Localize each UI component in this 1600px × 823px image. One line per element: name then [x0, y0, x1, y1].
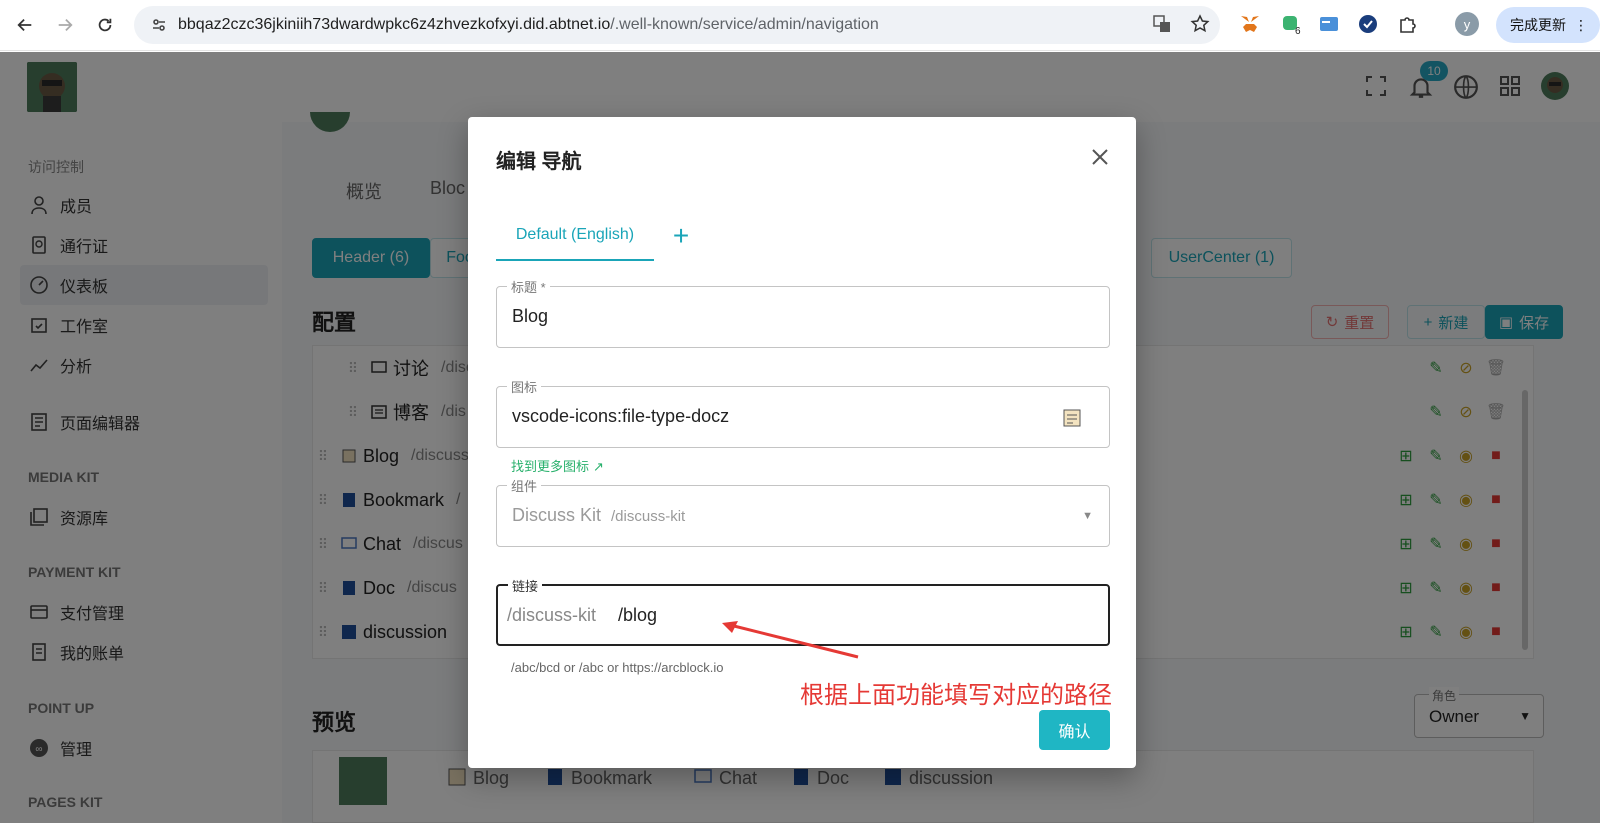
update-button-label: 完成更新	[1510, 17, 1566, 33]
profile-avatar[interactable]: y	[1455, 12, 1479, 36]
link-value: /blog	[618, 605, 658, 625]
external-link-icon: ↗	[593, 459, 604, 474]
extension-badge: 6	[1295, 26, 1301, 37]
title-field-value: Blog	[512, 306, 549, 326]
tab-default-english[interactable]: Default (English)	[496, 211, 654, 261]
annotation-arrow	[722, 621, 859, 659]
component-value: Discuss Kit/discuss-kit	[512, 505, 685, 526]
extension-window-icon[interactable]	[1317, 12, 1341, 36]
forward-icon[interactable]	[48, 8, 82, 42]
update-button[interactable]: 完成更新 ⋮	[1496, 7, 1600, 43]
title-field[interactable]: 标题 * Blog	[496, 277, 1110, 348]
icon-preview-icon[interactable]	[1061, 406, 1085, 435]
component-path: /discuss-kit	[611, 508, 686, 525]
component-name: Discuss Kit	[512, 505, 602, 525]
find-more-icons-link[interactable]: 找到更多图标 ↗	[511, 456, 604, 475]
title-field-label: 标题 *	[507, 277, 550, 296]
close-icon[interactable]	[1088, 145, 1112, 169]
component-field-label: 组件	[507, 476, 542, 495]
dropdown-arrow-icon: ▼	[1082, 510, 1093, 522]
extensions-puzzle-icon[interactable]	[1396, 12, 1420, 36]
icon-field-value: vscode-icons:file-type-docz	[512, 406, 730, 426]
extension-check-icon[interactable]	[1356, 12, 1380, 36]
link-field-label: 链接	[508, 576, 543, 595]
browser-toolbar: bbqaz2czc36jkiniih73dwardwpkc6z4zhvezkof…	[0, 0, 1600, 51]
translate-icon[interactable]	[1152, 14, 1172, 39]
more-vert-icon: ⋮	[1574, 16, 1588, 33]
dialog-title: 编辑 导航	[496, 151, 582, 173]
icon-field[interactable]: 图标 vscode-icons:file-type-docz	[496, 377, 1110, 448]
site-info-icon[interactable]	[144, 17, 174, 33]
add-language-icon[interactable]: +	[668, 222, 694, 250]
back-icon[interactable]	[8, 8, 42, 42]
metamask-icon[interactable]	[1238, 12, 1262, 36]
link-prefix: /discuss-kit	[507, 605, 597, 625]
find-more-icons-label: 找到更多图标	[511, 459, 590, 474]
bookmark-star-icon[interactable]	[1190, 14, 1210, 39]
icon-field-label: 图标	[507, 377, 542, 396]
link-helper-text: /abc/bcd or /abc or https://arcblock.io	[511, 660, 724, 675]
extension-green-icon[interactable]: 6	[1279, 12, 1303, 37]
url-host: bbqaz2czc36jkiniih73dwardwpkc6z4zhvezkof…	[178, 16, 611, 33]
address-bar[interactable]: bbqaz2czc36jkiniih73dwardwpkc6z4zhvezkof…	[134, 6, 1220, 44]
confirm-button[interactable]: 确认	[1039, 710, 1110, 750]
url-path: /.well-known/service/admin/navigation	[610, 16, 879, 33]
edit-navigation-dialog: 编辑 导航 Default (English) + 标题 * Blog 图标 v…	[468, 117, 1136, 768]
annotation-text: 根据上面功能填写对应的路径	[800, 682, 1112, 709]
url-text: bbqaz2czc36jkiniih73dwardwpkc6z4zhvezkof…	[178, 16, 879, 34]
reload-icon[interactable]	[88, 8, 122, 42]
component-select[interactable]: 组件 Discuss Kit/discuss-kit ▼	[496, 476, 1110, 547]
